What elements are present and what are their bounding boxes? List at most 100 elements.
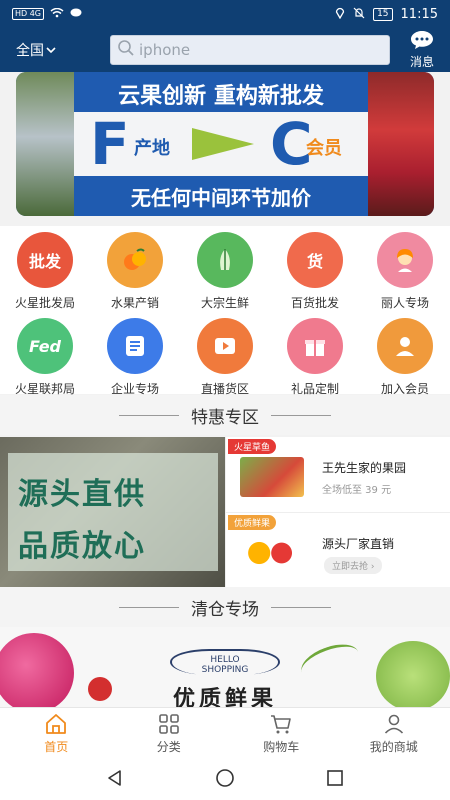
leaf-image xyxy=(296,637,364,687)
region-label: 全国 xyxy=(16,43,44,59)
tab-cart[interactable]: 购物车 xyxy=(225,708,338,759)
promo-image[interactable]: 源头直供 品质放心 xyxy=(0,437,225,587)
gift-icon xyxy=(287,318,343,374)
enterprise-icon xyxy=(107,318,163,374)
wifi-icon xyxy=(50,7,64,21)
category-item[interactable]: 批发 火星批发局 xyxy=(0,226,90,310)
tab-home[interactable]: 首页 xyxy=(0,708,113,759)
category-item[interactable]: 水果产销 xyxy=(90,226,180,310)
category-label: 火星批发局 xyxy=(14,296,75,310)
grab-now-button[interactable]: 立即去抢 › xyxy=(324,557,383,574)
goods-icon: 货 xyxy=(287,232,343,288)
tab-label: 分类 xyxy=(156,740,181,754)
category-item[interactable]: 大宗生鲜 xyxy=(180,226,270,310)
recents-icon[interactable] xyxy=(325,768,345,792)
wholesale-icon: 批发 xyxy=(17,232,73,288)
search-placeholder: iphone xyxy=(139,41,191,59)
search-input[interactable]: iphone xyxy=(110,35,390,65)
banner-panel: F 产地 C 会员 xyxy=(74,110,368,178)
category-label: 丽人专场 xyxy=(380,296,429,310)
section-title-clearance: 清仓专场 xyxy=(0,587,450,627)
orchard-thumbnail xyxy=(240,457,304,497)
home-circle-icon[interactable] xyxy=(215,768,235,792)
fruit-thumbnail xyxy=(240,533,304,573)
category-item[interactable]: 直播货区 xyxy=(180,312,270,396)
tab-label: 购物车 xyxy=(263,740,300,754)
category-grid: 批发 火星批发局 水果产销 大宗生鲜 货 百货批发 丽人专场 Fed 火星联邦局… xyxy=(0,226,450,396)
search-icon xyxy=(117,39,135,61)
battery-indicator: 15 xyxy=(373,7,393,21)
arrow-right-icon xyxy=(192,128,254,160)
category-label: 百货批发 xyxy=(290,296,339,310)
clearance-banner-text: 优质鲜果 xyxy=(172,687,277,707)
network-indicator: HD 4G xyxy=(12,8,45,20)
banner-content: 云果创新 重构新批发 F 产地 C 会员 无任何中间环节加价 xyxy=(74,72,368,216)
banner-left-label: 产地 xyxy=(134,138,170,159)
user-icon xyxy=(384,714,403,734)
bottom-tab-bar: 首页 分类 购物车 我的商城 xyxy=(0,707,450,759)
promo-item-subtitle: 全场低至 39 元 xyxy=(322,485,392,496)
logo-line1: HELLO xyxy=(210,655,240,665)
category-item[interactable]: Fed 火星联邦局 xyxy=(0,312,90,396)
tab-category[interactable]: 分类 xyxy=(113,708,226,759)
category-label: 大宗生鲜 xyxy=(200,296,249,310)
promo-banner[interactable]: 云果创新 重构新批发 F 产地 C 会员 无任何中间环节加价 xyxy=(16,72,434,216)
category-item[interactable]: 礼品定制 xyxy=(270,312,360,396)
cart-icon xyxy=(271,715,292,734)
live-icon xyxy=(197,318,253,374)
section-title-text: 清仓专场 xyxy=(191,599,259,620)
message-button[interactable]: 消息 xyxy=(402,30,442,70)
promo-tag: 火星草鱼 xyxy=(228,439,277,454)
region-selector[interactable]: 全国 xyxy=(16,40,96,60)
section-title-text: 特惠专区 xyxy=(191,407,259,428)
chevron-down-icon xyxy=(46,42,56,58)
category-label: 水果产销 xyxy=(110,296,159,310)
back-icon[interactable] xyxy=(105,768,125,792)
top-header: 全国 iphone 消息 xyxy=(0,28,450,72)
system-navigation-bar xyxy=(0,759,450,800)
tab-label: 我的商城 xyxy=(369,740,418,754)
promo-image-line1: 源头直供 xyxy=(18,477,146,512)
banner-title: 云果创新 重构新批发 xyxy=(118,84,324,109)
special-offer-block: 源头直供 品质放心 火星草鱼 王先生家的果园 全场低至 39 元 优质鲜果 源头… xyxy=(0,437,450,587)
clock: 11:15 xyxy=(400,6,438,22)
strawberry-image xyxy=(368,72,434,216)
category-item[interactable]: 丽人专场 xyxy=(360,226,450,310)
divider xyxy=(271,606,331,608)
promo-item-title: 王先生家的果园 xyxy=(322,461,407,475)
message-label: 消息 xyxy=(409,55,434,69)
member-icon xyxy=(377,318,433,374)
location-icon xyxy=(335,7,345,22)
logo-line2: SHOPPING xyxy=(201,665,249,675)
category-item[interactable]: 加入会员 xyxy=(360,312,450,396)
promo-item[interactable]: 火星草鱼 王先生家的果园 全场低至 39 元 xyxy=(225,437,450,512)
promo-tag: 优质鲜果 xyxy=(228,515,277,530)
divider xyxy=(271,414,331,416)
banner-left-letter: F xyxy=(90,110,130,178)
promo-item-title: 源头厂家直销 xyxy=(322,537,395,551)
section-title-special: 特惠专区 xyxy=(0,395,450,435)
shopping-logo: HELLO SHOPPING xyxy=(170,649,280,675)
divider xyxy=(119,606,179,608)
promo-image-line2: 品质放心 xyxy=(18,529,146,564)
tab-label: 首页 xyxy=(44,740,69,754)
clearance-banner[interactable]: HELLO SHOPPING 优质鲜果 xyxy=(0,627,450,707)
mute-icon xyxy=(353,7,365,22)
promo-item[interactable]: 优质鲜果 源头厂家直销 立即去抢 › xyxy=(225,512,450,587)
farm-image xyxy=(16,72,74,216)
category-item[interactable]: 企业专场 xyxy=(90,312,180,396)
banner-right-label: 会员 xyxy=(306,138,342,159)
status-bar: HD 4G 15 11:15 xyxy=(0,0,450,28)
grid-icon xyxy=(158,714,179,734)
beauty-icon xyxy=(377,232,433,288)
chat-notification-icon xyxy=(70,7,82,21)
divider xyxy=(119,414,179,416)
home-icon xyxy=(46,714,67,734)
fed-icon: Fed xyxy=(17,318,73,374)
category-item[interactable]: 货 百货批发 xyxy=(270,226,360,310)
vegetable-icon xyxy=(197,232,253,288)
banner-subtitle: 无任何中间环节加价 xyxy=(131,186,311,210)
tab-my-store[interactable]: 我的商城 xyxy=(338,708,450,759)
fruit-icon xyxy=(107,232,163,288)
message-icon xyxy=(410,30,434,53)
